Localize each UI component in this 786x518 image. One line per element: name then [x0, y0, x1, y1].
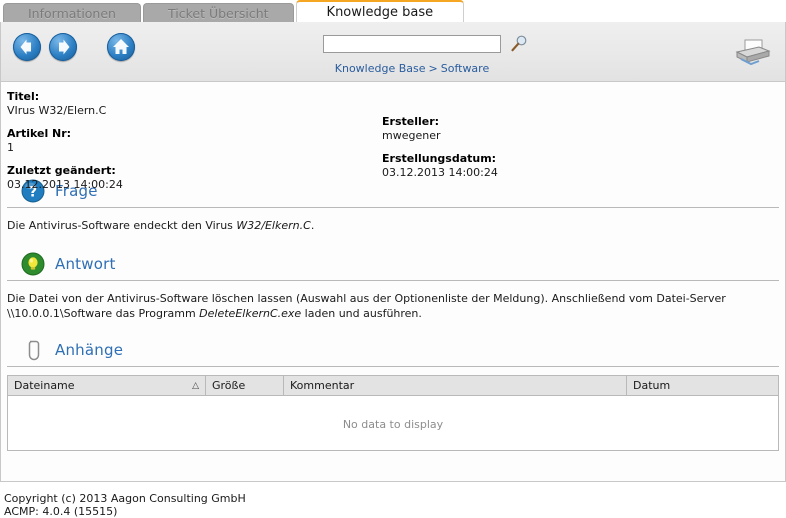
- question-body: Die Antivirus-Software endeckt den Virus…: [7, 208, 779, 233]
- search-area: Knowledge Base > Software: [323, 34, 543, 75]
- empty-message: No data to display: [8, 395, 778, 432]
- column-header-groesse[interactable]: Größe: [205, 376, 284, 396]
- column-label: Dateiname: [14, 379, 75, 392]
- search-button[interactable]: [509, 34, 529, 54]
- toolbar: Knowledge Base > Software: [1, 22, 785, 82]
- arrow-right-icon: [59, 39, 70, 55]
- column-header-datum[interactable]: Datum: [626, 376, 778, 396]
- answer-body: Die Datei von der Antivirus-Software lös…: [7, 281, 779, 321]
- last-modified-label: Zuletzt geändert:: [7, 164, 116, 177]
- column-header-kommentar[interactable]: Kommentar: [283, 376, 627, 396]
- title-label: Titel:: [7, 90, 40, 103]
- metadata-left-column: Titel: VIrus W32/Elern.C Artikel Nr: 1 Z…: [7, 90, 377, 192]
- home-icon: [113, 39, 129, 54]
- table-empty-row: No data to display: [8, 395, 778, 432]
- attachments-section: Anhänge: [7, 333, 779, 367]
- metadata-right-column: Ersteller: mwegener Erstellungsdatum: 03…: [382, 115, 762, 180]
- forward-button[interactable]: [49, 33, 77, 61]
- content-panel: Knowledge Base > Software Titel: VIrus W32…: [0, 22, 786, 482]
- footer: Copyright (c) 2013 Aagon Consulting GmbH…: [0, 486, 786, 518]
- breadcrumb-current-link[interactable]: Software: [441, 62, 490, 75]
- sort-ascending-icon: △: [192, 380, 199, 391]
- attachments-table-body: No data to display: [8, 395, 778, 432]
- printer-icon: [735, 39, 771, 66]
- print-button[interactable]: [729, 36, 773, 70]
- attachments-title: Anhänge: [55, 340, 124, 359]
- attachments-table-head: Dateiname △ Größe Kommentar Datum: [8, 376, 778, 396]
- question-text-before: Die Antivirus-Software endeckt den Virus: [7, 219, 237, 232]
- created-date-label: Erstellungsdatum:: [382, 152, 497, 165]
- creator-label: Ersteller:: [382, 115, 440, 128]
- home-button[interactable]: [107, 33, 135, 61]
- breadcrumb: Knowledge Base > Software: [323, 62, 501, 75]
- article-number-value: 1: [7, 141, 14, 154]
- column-header-dateiname[interactable]: Dateiname △: [8, 376, 206, 396]
- tab-strip: Informationen Ticket Übersicht Knowledge…: [0, 0, 786, 22]
- attachments-table-wrapper: Dateiname △ Größe Kommentar Datum No dat…: [7, 375, 779, 451]
- lightbulb-icon: [21, 252, 45, 276]
- answer-text-after: laden und ausführen.: [301, 307, 422, 320]
- back-button[interactable]: [13, 33, 41, 61]
- answer-title: Antwort: [55, 254, 116, 273]
- answer-section: Antwort Die Datei von der Antivirus-Soft…: [7, 247, 779, 321]
- column-label: Kommentar: [290, 379, 355, 392]
- tab-ticket-uebersicht[interactable]: Ticket Übersicht: [142, 3, 294, 22]
- search-row: [323, 34, 543, 54]
- article-metadata: Titel: VIrus W32/Elern.C Artikel Nr: 1 Z…: [1, 82, 785, 191]
- creator-value: mwegener: [382, 129, 441, 142]
- article-number-label: Artikel Nr:: [7, 127, 72, 140]
- search-input[interactable]: [323, 35, 501, 53]
- attachments-header: Anhänge: [7, 333, 779, 367]
- copyright-text: Copyright (c) 2013 Aagon Consulting GmbH: [4, 492, 246, 505]
- tab-label: Knowledge base: [326, 5, 434, 20]
- title-value: VIrus W32/Elern.C: [7, 104, 107, 117]
- magnifier-icon: [511, 35, 527, 52]
- navigation-buttons: [13, 33, 143, 61]
- attachments-table: Dateiname △ Größe Kommentar Datum No dat…: [8, 376, 778, 432]
- answer-header: Antwort: [7, 247, 779, 281]
- tab-label: Informationen: [28, 6, 116, 21]
- tab-informationen[interactable]: Informationen: [3, 3, 141, 22]
- question-text-after: .: [310, 219, 315, 232]
- column-label: Datum: [633, 379, 671, 392]
- column-label: Größe: [212, 379, 246, 392]
- paperclip-icon: [21, 338, 45, 362]
- answer-text-emphasis: DeleteElkernC.exe: [199, 307, 302, 320]
- last-modified-value: 03.12.2013 14:00:24: [7, 178, 123, 191]
- tab-label: Ticket Übersicht: [167, 6, 269, 21]
- question-text-emphasis: W32/Elkern.C: [236, 219, 311, 232]
- version-text: ACMP: 4.0.4 (15515): [4, 505, 118, 518]
- arrow-left-icon: [20, 39, 31, 55]
- breadcrumb-separator: >: [428, 62, 438, 75]
- tab-knowledge-base[interactable]: Knowledge base: [295, 0, 465, 22]
- created-date-value: 03.12.2013 14:00:24: [382, 166, 498, 179]
- table-header-row: Dateiname △ Größe Kommentar Datum: [8, 376, 778, 396]
- breadcrumb-root-link[interactable]: Knowledge Base: [335, 62, 426, 75]
